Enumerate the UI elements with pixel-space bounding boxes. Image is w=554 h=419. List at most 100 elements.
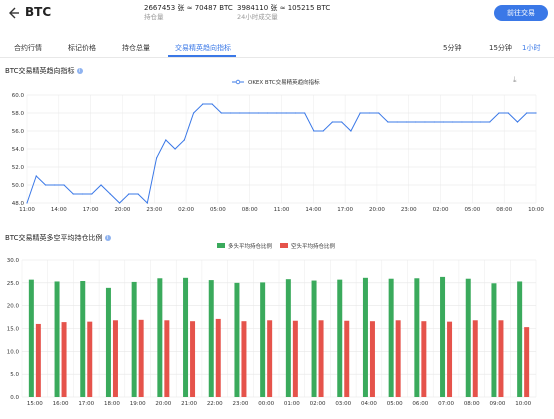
x-tick-label: 07:00 [438, 401, 454, 407]
data-point [137, 193, 139, 195]
data-point [498, 112, 500, 114]
bar-long [208, 280, 214, 397]
data-point [81, 193, 84, 195]
data-point [341, 121, 343, 123]
data-point [378, 112, 380, 114]
bar-long [414, 278, 420, 397]
bar-short [318, 320, 324, 397]
y-tick-label: 10.0 [7, 349, 20, 355]
data-point [248, 112, 250, 114]
x-tick-label: 15:00 [27, 401, 43, 407]
y-tick-label: 54.0 [12, 147, 25, 153]
y-tick-label: 15.0 [7, 327, 20, 333]
legend-short-swatch [280, 243, 288, 248]
legend-label: OKEX BTC交易精英趋向指标 [248, 78, 320, 86]
data-point [202, 103, 204, 105]
x-tick-label: 19:00 [130, 401, 146, 407]
data-point [35, 175, 37, 177]
x-tick-label: 08:00 [496, 207, 512, 213]
bar-long [234, 282, 240, 397]
data-point [183, 139, 185, 141]
x-tick-label: 05:00 [387, 401, 403, 407]
symbol-title: BTC [25, 5, 52, 19]
data-point [100, 184, 102, 186]
tab-mark-price[interactable]: 标记价格 [68, 43, 96, 53]
bar-short [215, 318, 221, 397]
bar-long [183, 277, 189, 397]
x-tick-label: 11:00 [274, 207, 290, 213]
bar-short [267, 320, 273, 397]
data-point [118, 202, 121, 204]
y-tick-label: 20.0 [7, 304, 20, 310]
x-tick-label: 23:00 [233, 401, 249, 407]
data-point [368, 112, 371, 114]
bar-short [61, 322, 67, 397]
x-tick-label: 14:00 [305, 207, 321, 213]
data-point [479, 121, 482, 123]
bar-long [54, 281, 60, 397]
header-bar: BTC 2667453 张 ≈ 70487 BTC 持仓量 3984110 张 … [0, 0, 554, 30]
data-point [507, 112, 509, 114]
x-tick-label: 08:00 [242, 207, 258, 213]
bar-long [465, 278, 471, 397]
data-point [230, 112, 232, 114]
line-chart: OKEX BTC交易精英趋向指标 60.0 58.0 56.0 54.0 52.0 50.0… [12, 78, 545, 213]
data-point [44, 184, 47, 186]
legend-short-label: 空头平均持仓比例 [291, 242, 336, 250]
x-tick-label: 08:00 [464, 401, 480, 407]
x-tick-label: 10:00 [515, 401, 531, 407]
y-tick-label: 25.0 [7, 281, 20, 287]
data-point [174, 148, 176, 150]
bar-long [260, 282, 266, 397]
x-tick-label: 03:00 [335, 401, 351, 407]
data-point [165, 139, 167, 141]
x-tick-label: 23:00 [146, 207, 162, 213]
data-point [304, 112, 306, 114]
period-5min[interactable]: 5分钟 [443, 43, 461, 53]
data-point [433, 121, 435, 123]
data-point [470, 121, 472, 123]
bar-short [138, 319, 144, 397]
x-tick-label: 09:00 [490, 401, 506, 407]
data-point [424, 121, 426, 123]
data-point [72, 193, 74, 195]
bar-long [311, 280, 317, 397]
data-point [313, 130, 315, 132]
bar-long [285, 279, 291, 397]
period-15min[interactable]: 15分钟 [489, 43, 512, 53]
y-tick-label: 58.0 [12, 111, 25, 117]
data-point [146, 202, 148, 204]
data-point [535, 112, 537, 114]
tab-bar: 合约行情 标记价格 持仓总量 交易精英趋向指标 5分钟 15分钟 1小时 [0, 40, 554, 58]
x-tick-label: 17:00 [78, 401, 94, 407]
tab-contract-market[interactable]: 合约行情 [14, 43, 42, 53]
bar-chart: 多头平均持仓比例 空头平均持仓比例 30.0 25.0 20.0 15.0 10.0 5.0 0… [7, 242, 537, 407]
x-tick-label: 23:00 [401, 207, 417, 213]
data-point [526, 112, 528, 114]
x-tick-label: 22:00 [207, 401, 223, 407]
bar-short [35, 323, 41, 397]
bar-short [498, 320, 504, 397]
data-point [267, 112, 269, 114]
trade-button[interactable]: 前往交易 [494, 5, 548, 21]
bar-short [447, 321, 453, 397]
bar-long [337, 279, 343, 397]
bar-short [524, 327, 530, 397]
x-tick-label: 04:00 [361, 401, 377, 407]
y-tick-label: 56.0 [12, 129, 25, 135]
x-tick-label: 11:00 [19, 207, 35, 213]
period-1hour[interactable]: 1小时 [522, 43, 540, 53]
data-point [257, 112, 259, 114]
open-interest-label: 持仓量 [144, 13, 164, 21]
back-arrow-icon[interactable] [6, 6, 20, 20]
tab-elite-trend[interactable]: 交易精英趋向指标 [175, 43, 231, 53]
data-point [461, 121, 463, 123]
data-point [359, 112, 361, 114]
data-point [405, 121, 408, 123]
x-tick-label: 05:00 [210, 207, 226, 213]
bar-short [395, 320, 401, 397]
bar-long [80, 281, 86, 397]
bar-short [369, 321, 375, 397]
tab-open-interest[interactable]: 持仓总量 [122, 43, 150, 53]
data-point [128, 193, 130, 195]
